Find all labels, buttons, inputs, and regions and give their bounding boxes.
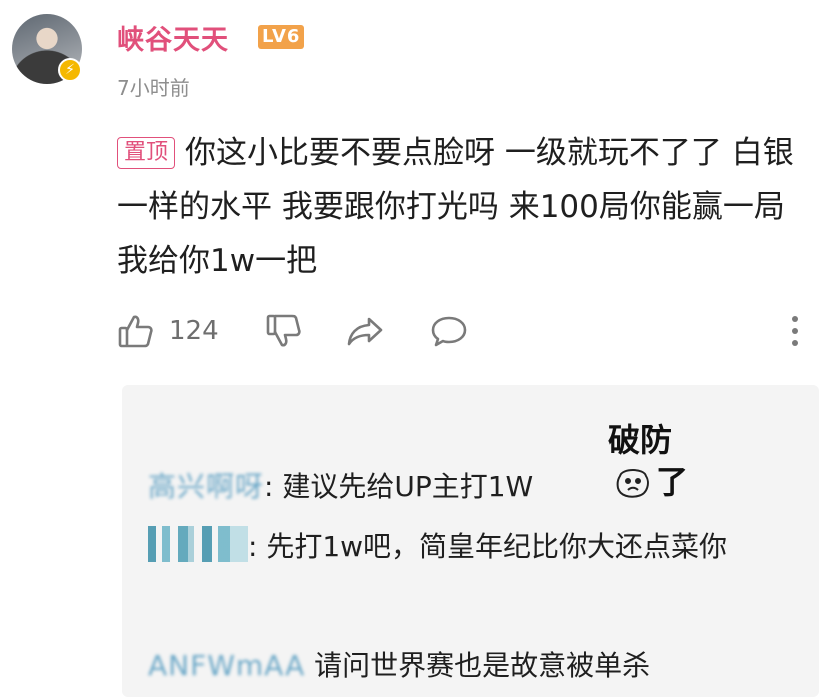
share-icon[interactable] bbox=[345, 312, 385, 350]
sticker-text-line2: 了 bbox=[656, 463, 689, 501]
thumbs-up-icon[interactable] bbox=[117, 312, 155, 350]
comment-actions: 124 bbox=[117, 308, 807, 354]
reply-item[interactable]: : 先打1w吧，简皇年纪比你大还点菜你 bbox=[148, 521, 788, 573]
more-icon[interactable] bbox=[789, 312, 801, 350]
more-options-button[interactable] bbox=[789, 308, 801, 354]
dislike-button[interactable] bbox=[265, 308, 303, 354]
comment-text: 你这小比要不要点脸呀 一级就玩不了了 白银一样的水平 我要跟你打光吗 来100局… bbox=[117, 135, 794, 279]
reply-author-name[interactable]: ANFWmAA bbox=[148, 649, 305, 682]
reply-author-name[interactable]: 高兴啊呀 bbox=[148, 470, 264, 503]
comment-author-name[interactable]: 峡谷天天 bbox=[117, 18, 229, 57]
reply-text: 请问世界赛也是故意被单杀 bbox=[305, 649, 651, 682]
reply-text: : 先打1w吧，简皇年纪比你大还点菜你 bbox=[248, 530, 728, 563]
reply-item[interactable]: ANFWmAA 请问世界赛也是故意被单杀 bbox=[148, 640, 788, 692]
crying-face-icon bbox=[614, 466, 652, 504]
sticker-text-line1: 破防 bbox=[608, 421, 673, 459]
like-count: 124 bbox=[169, 316, 219, 346]
sticker-image: 破防 了 bbox=[608, 422, 698, 506]
reply-button[interactable] bbox=[429, 308, 469, 354]
reply-author-name[interactable] bbox=[148, 526, 248, 562]
comment-body: 置顶 你这小比要不要点脸呀 一级就玩不了了 白银一样的水平 我要跟你打光吗 来10… bbox=[117, 126, 807, 288]
reply-text: : 建议先给UP主打1W bbox=[264, 470, 534, 503]
like-button[interactable]: 124 bbox=[117, 308, 219, 354]
share-button[interactable] bbox=[345, 308, 385, 354]
comment-icon[interactable] bbox=[429, 312, 469, 350]
verified-lightning-icon: ⚡ bbox=[58, 58, 82, 82]
level-badge: LV6 bbox=[258, 25, 305, 49]
thumbs-down-icon[interactable] bbox=[265, 312, 303, 350]
comment-timestamp: 7小时前 bbox=[117, 76, 190, 100]
pinned-tag: 置顶 bbox=[117, 137, 176, 169]
